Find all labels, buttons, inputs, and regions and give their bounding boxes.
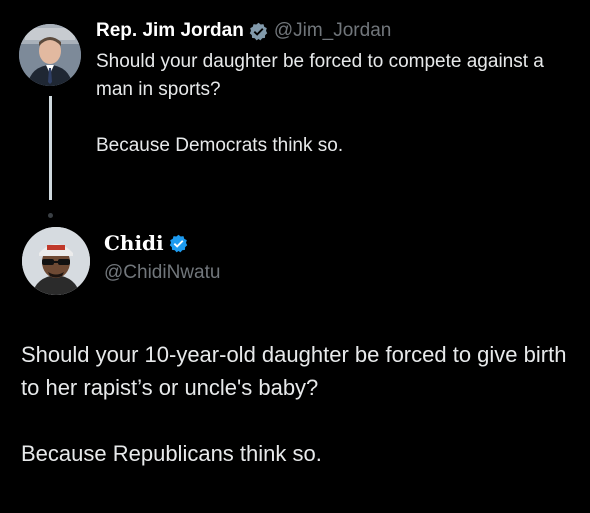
tweet1-paragraph-2: Because Democrats think so.: [96, 135, 344, 156]
avatar[interactable]: [22, 227, 90, 295]
tweet2-text: Should your 10-year-old daughter be forc…: [21, 338, 581, 470]
tweet1-paragraph-1: Should your daughter be forced to compet…: [96, 51, 544, 100]
tweet2-name-row: Chidi: [104, 231, 188, 255]
thread-connector-line: [49, 96, 52, 200]
tweet1-text: Should your daughter be forced to compet…: [96, 48, 566, 160]
tweet2-handle[interactable]: @ChidiNwatu: [104, 262, 220, 284]
verified-blue-badge-icon: [169, 234, 187, 252]
avatar[interactable]: [19, 24, 81, 86]
avatar-portrait-image: [22, 227, 90, 295]
tweet1-author-name[interactable]: Rep. Jim Jordan: [96, 18, 244, 44]
tweet2-paragraph-2: Because Republicans think so.: [21, 441, 322, 466]
tweet1-header: Rep. Jim Jordan @Jim_Jordan: [96, 18, 391, 44]
tweet2-paragraph-1: Should your 10-year-old daughter be forc…: [21, 342, 567, 400]
tweet1-handle[interactable]: @Jim_Jordan: [274, 18, 392, 44]
thread-connector-dot: [48, 213, 53, 218]
tweet2-author-name[interactable]: Chidi: [104, 231, 164, 255]
verified-gray-badge-icon: [249, 22, 268, 40]
avatar-portrait-image: [19, 24, 81, 86]
